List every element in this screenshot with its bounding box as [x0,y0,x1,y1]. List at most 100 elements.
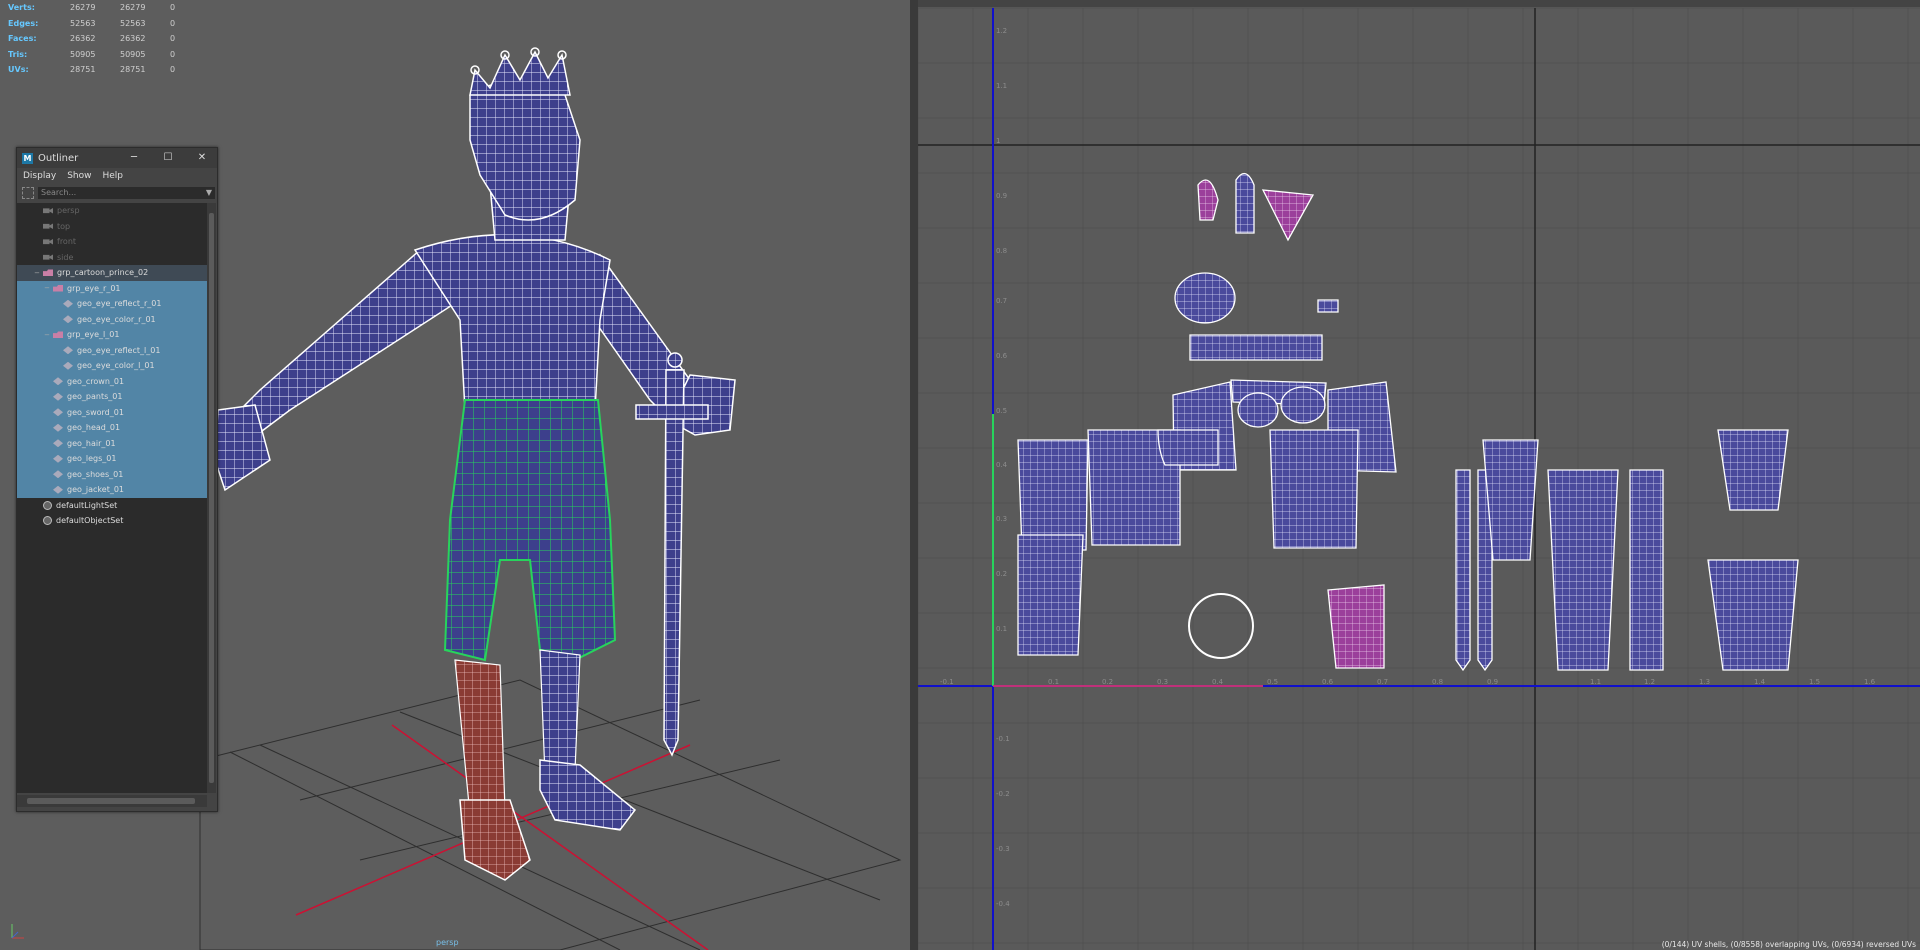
uv-shell [1017,534,1084,656]
mesh-icon [53,485,63,494]
hud-value: Faces: [8,34,37,44]
u-tick-label: 0.7 [1377,678,1388,686]
expand-toggle-icon[interactable]: − [43,331,51,339]
outliner-item-label: geo_shoes_01 [67,469,124,479]
outliner-item[interactable]: geo_eye_color_r_01 [17,311,207,327]
outliner-item-label: top [57,221,71,231]
outliner-item[interactable]: front [17,234,207,250]
outliner-menu-bar: Display Show Help [17,168,217,184]
uv-status-readout: (0/144) UV shells, (0/8558) overlapping … [1661,940,1916,949]
mesh-icon [63,315,73,324]
outliner-tree[interactable]: persp top front side − grp_cartoon_prince_02−… [17,203,207,793]
outliner-title: Outliner [38,152,79,164]
search-input[interactable]: Search... ▼ [38,187,215,199]
outliner-item[interactable]: geo_shoes_01 [17,466,207,482]
perspective-viewport[interactable]: Verts: 26279 26279 0 Edges: 52563 52563 0 Faces:… [0,0,910,950]
outliner-item[interactable]: geo_head_01 [17,420,207,436]
outliner-item[interactable]: geo_eye_color_l_01 [17,358,207,374]
outliner-item-label: geo_sword_01 [67,407,124,417]
expand-toggle-icon[interactable]: − [43,284,51,292]
u-tick-label: 1.3 [1699,678,1710,686]
outliner-item[interactable]: − grp_eye_r_01 [17,280,207,296]
panel-splitter[interactable] [910,0,918,950]
uv-shell [1717,429,1789,511]
outliner-item[interactable]: defaultLightSet [17,498,207,514]
maya-logo-icon: M [22,152,33,164]
set-icon [43,516,52,526]
close-icon[interactable]: ✕ [193,150,211,166]
u-tick-label: 0.8 [1432,678,1443,686]
v-tick-label: 0.2 [996,570,1007,578]
outliner-item-label: grp_eye_l_01 [67,330,120,340]
outliner-item[interactable]: geo_hair_01 [17,435,207,451]
outliner-item[interactable]: geo_eye_reflect_l_01 [17,342,207,358]
hud-row: Verts: 26279 26279 0 [8,0,190,16]
outliner-vertical-scrollbar[interactable] [207,203,216,793]
mesh-icon [53,439,63,448]
uv-shell [1235,173,1255,234]
uv-shell [1269,429,1359,549]
outliner-item[interactable]: geo_eye_reflect_r_01 [17,296,207,312]
outliner-item[interactable]: persp [17,203,207,219]
u-tick-label: 0.4 [1212,678,1224,686]
outliner-item-label: geo_eye_reflect_l_01 [77,345,161,355]
hud-row: Faces: 26362 26362 0 [8,31,190,47]
v-tick-label: 0.4 [996,461,1008,469]
outliner-title-bar[interactable]: M Outliner ─ ☐ ✕ [17,148,217,168]
v-tick-label: 1.1 [996,82,1007,90]
uv-shell [1237,392,1279,428]
v-tick-label: 0.7 [996,297,1007,305]
expand-toggle-icon[interactable]: − [33,269,41,277]
u-tick-label: 1.5 [1809,678,1820,686]
hud-value: 28751 [70,65,96,75]
u-tick-label: 1.1 [1590,678,1601,686]
outliner-item-label: defaultLightSet [56,500,118,510]
hud-value: 26362 [70,34,96,44]
u-tick-label: 0.3 [1157,678,1168,686]
uv-shell [1280,386,1326,424]
uv-shell [1157,429,1219,466]
outliner-item-label: grp_cartoon_prince_02 [57,268,149,278]
outliner-item[interactable]: geo_sword_01 [17,404,207,420]
outliner-item-label: geo_eye_color_l_01 [77,361,155,371]
group-icon [53,285,63,292]
maximize-icon[interactable]: ☐ [159,150,177,166]
hud-value: 0 [170,34,176,44]
v-tick-label: 0.3 [996,515,1007,523]
menu-help[interactable]: Help [102,171,123,181]
outliner-item[interactable]: geo_crown_01 [17,373,207,389]
outliner-item[interactable]: top [17,219,207,235]
select-filter-icon[interactable] [22,187,34,199]
v-tick-label: 0.6 [996,352,1008,360]
outliner-horizontal-scrollbar[interactable] [17,795,207,807]
menu-show[interactable]: Show [67,171,91,181]
menu-display[interactable]: Display [23,171,56,181]
minimize-icon[interactable]: ─ [125,150,143,166]
outliner-item[interactable]: − grp_eye_l_01 [17,327,207,343]
uv-editor-panel[interactable]: 1.2 1.1 1 0.9 0.8 0.7 0.6 0.5 0.4 0.3 0.2 0.1 -0.1 -0… [918,0,1920,950]
outliner-item-label: geo_eye_color_r_01 [77,314,156,324]
outliner-item[interactable]: defaultObjectSet [17,513,207,529]
search-dropdown-icon[interactable]: ▼ [206,187,212,199]
uv-shell [1188,593,1254,659]
sword [635,352,709,757]
v-tick-label: 1 [996,137,1000,145]
uv-canvas[interactable]: 1.2 1.1 1 0.9 0.8 0.7 0.6 0.5 0.4 0.3 0.2 0.1 -0.1 -0… [918,0,1920,950]
outliner-item[interactable]: geo_legs_01 [17,451,207,467]
outliner-item-label: side [57,252,74,262]
outliner-item[interactable]: side [17,250,207,266]
hud-value: 52563 [120,18,146,28]
hud-value: 26279 [70,3,96,12]
outliner-item[interactable]: − grp_cartoon_prince_02 [17,265,207,281]
camera-name-label: persp [436,938,459,947]
poly-count-hud: Verts: 26279 26279 0 Edges: 52563 52563 0 Faces:… [8,0,190,78]
uv-shell [1547,469,1619,671]
outliner-item[interactable]: geo_jacket_01 [17,482,207,498]
outliner-item[interactable]: geo_pants_01 [17,389,207,405]
hud-row: UVs: 28751 28751 0 [8,62,190,78]
u-tick-label: 0.5 [1267,678,1278,686]
hud-value: Tris: [8,49,28,59]
uv-shell [1174,272,1236,324]
outliner-window[interactable]: M Outliner ─ ☐ ✕ Display Show Help Searc… [16,147,218,812]
group-icon [53,331,63,338]
